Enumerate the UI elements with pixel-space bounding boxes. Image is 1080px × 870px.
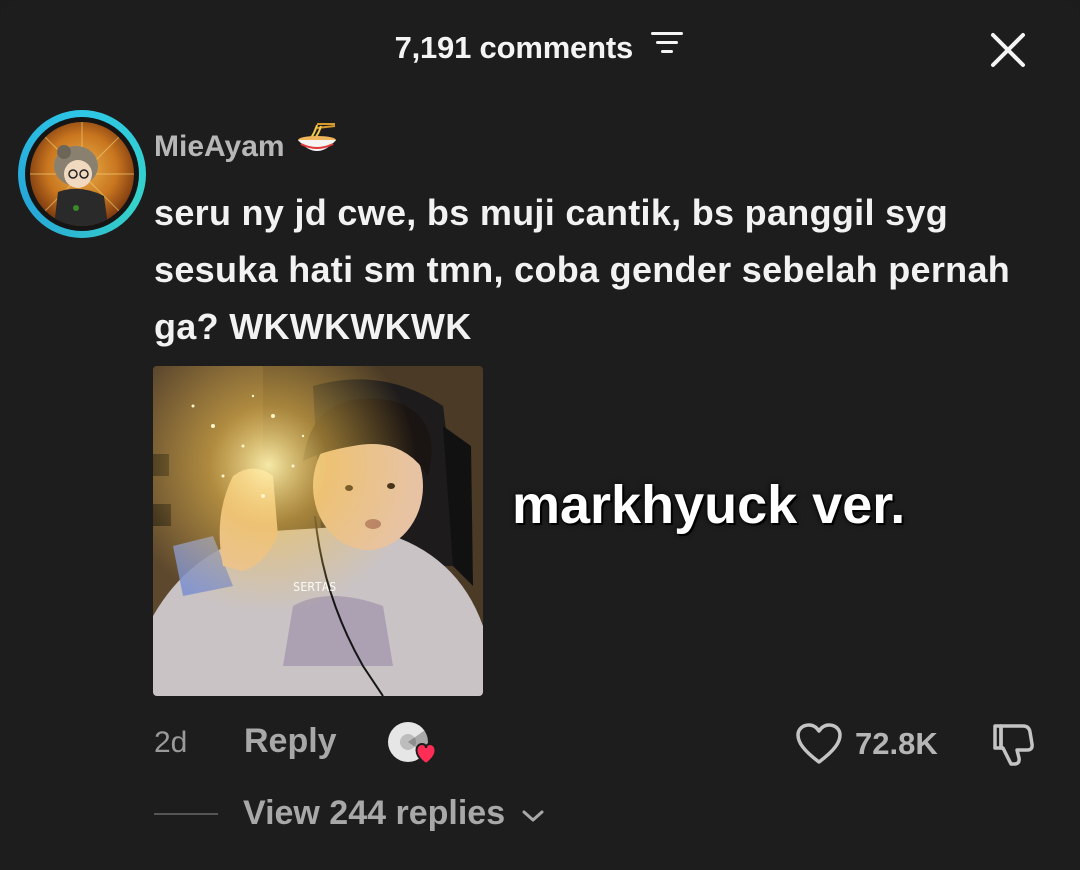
replies-divider	[154, 813, 218, 815]
filter-sort-icon[interactable]	[649, 28, 685, 66]
comments-header: 7,191 comments	[0, 22, 1080, 78]
creator-liked-icon	[386, 718, 444, 770]
comment-image[interactable]: SERTAS	[153, 366, 483, 696]
reply-button[interactable]: Reply	[244, 722, 337, 761]
like-count: 72.8K	[855, 726, 938, 761]
view-replies-button[interactable]: View 244 replies	[243, 794, 545, 833]
comment-text: seru ny jd cwe, bs muji cantik, bs pangg…	[154, 192, 1011, 347]
comment-time: 2d	[154, 726, 188, 759]
noodle-bowl-icon	[295, 122, 339, 166]
avatar-image	[30, 122, 134, 226]
view-replies-label: View 244 replies	[243, 794, 506, 832]
username-text: MieAyam	[154, 130, 285, 163]
chevron-down-icon	[521, 794, 545, 833]
image-watermark: SERTAS	[293, 580, 336, 594]
heart-icon[interactable]	[795, 722, 843, 766]
thumbs-down-icon[interactable]	[989, 720, 1037, 768]
avatar[interactable]	[18, 110, 146, 238]
close-icon[interactable]	[988, 30, 1028, 70]
view-replies-row: View 244 replies	[0, 790, 1080, 838]
image-caption: markhyuck ver.	[512, 475, 906, 535]
comment-count-button[interactable]: 7,191 comments	[0, 30, 1080, 66]
comments-sheet: 7,191 comments MieAyam seru ny jd cwe, b…	[0, 0, 1080, 870]
comment-actions: 2d Reply 72.8K	[0, 716, 1080, 776]
comment-username[interactable]: MieAyam	[154, 123, 339, 166]
comment-count: 7,191 comments	[394, 30, 634, 65]
